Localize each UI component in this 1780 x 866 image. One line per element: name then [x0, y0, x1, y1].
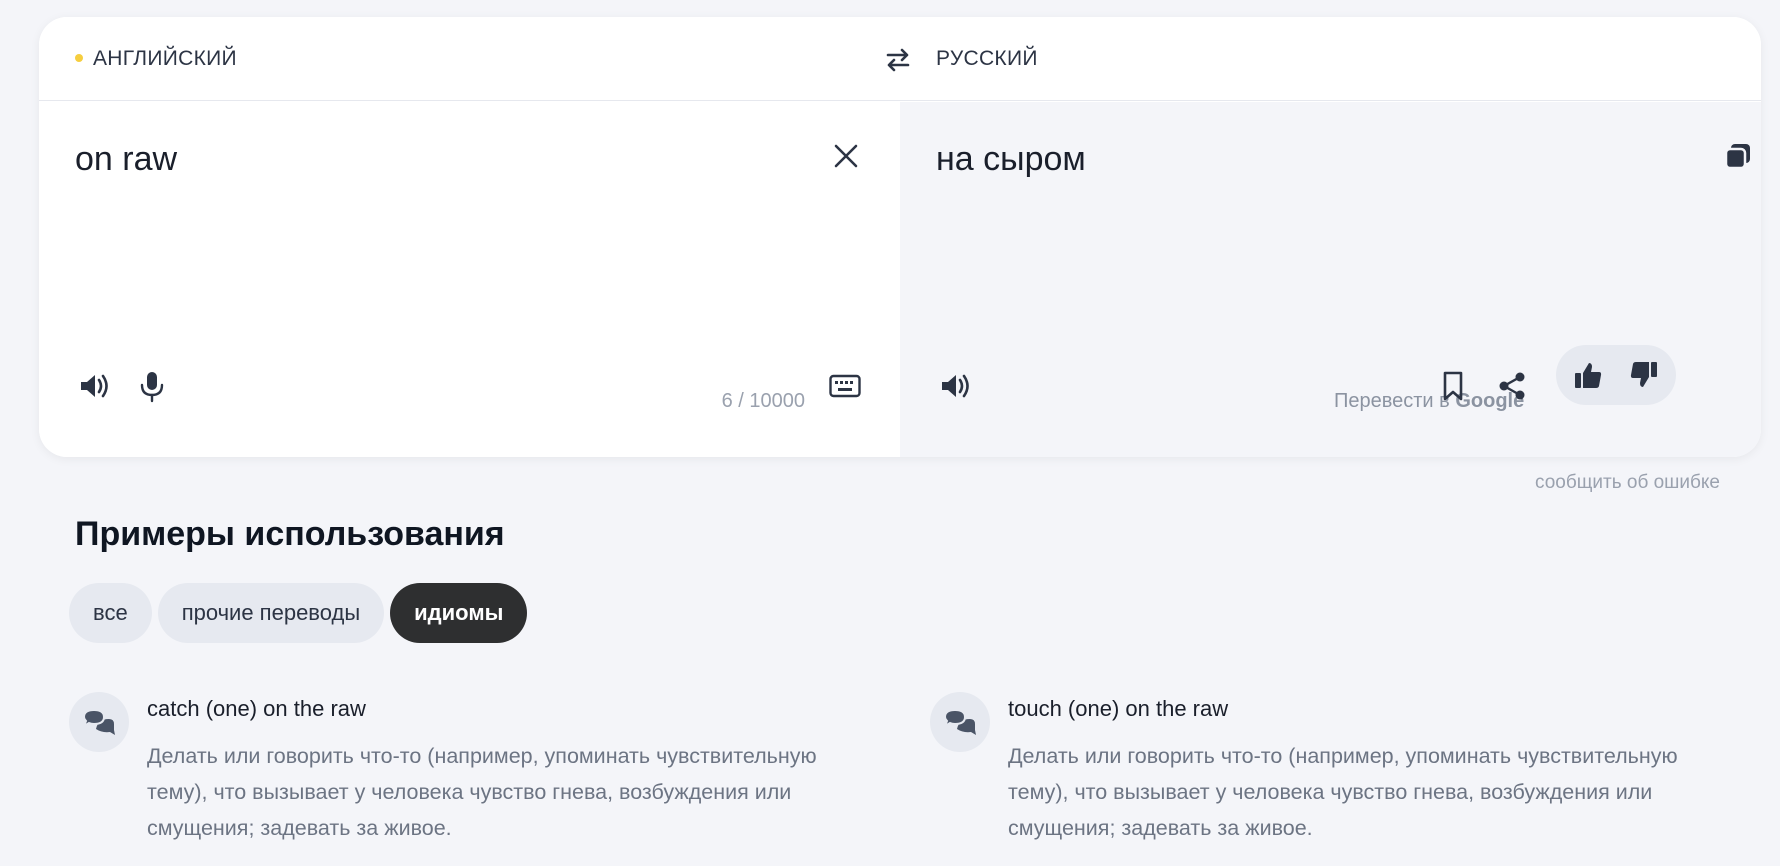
voice-input-button[interactable] [132, 366, 172, 406]
copy-button[interactable] [1718, 136, 1758, 176]
speaker-icon [942, 374, 969, 398]
chat-icon [943, 708, 976, 735]
share-icon [1499, 372, 1525, 400]
copy-icon [1724, 144, 1750, 170]
bookmark-icon [1443, 371, 1463, 401]
example-description: Делать или говорить что-то (например, уп… [1008, 744, 1678, 840]
virtual-keyboard-button[interactable] [825, 366, 865, 406]
thumbs-down-button[interactable] [1624, 355, 1664, 395]
source-pane: on raw 6 / 10000 [39, 102, 900, 457]
filter-chip-idioms[interactable]: идиомы [390, 583, 528, 643]
example-avatar [69, 692, 129, 752]
translation-listen-button[interactable] [935, 366, 975, 406]
chat-icon [82, 708, 115, 735]
thumbs-down-icon [1630, 362, 1657, 387]
clear-button[interactable] [826, 136, 866, 176]
source-language-label: АНГЛИЙСКИЙ [93, 47, 237, 70]
filter-chip-all[interactable]: все [69, 583, 152, 643]
example-avatar [930, 692, 990, 752]
thumbs-up-icon [1575, 363, 1602, 388]
example-phrase: catch (one) on the raw [147, 696, 366, 721]
microphone-icon [140, 372, 164, 403]
filter-chip-other-translations[interactable]: прочие переводы [157, 583, 385, 643]
character-counter: 6 / 10000 [721, 390, 805, 412]
speaker-icon [81, 374, 108, 398]
report-error-link[interactable]: сообщить об ошибке [1535, 472, 1720, 494]
swap-languages-button[interactable] [881, 43, 915, 77]
keyboard-icon [829, 374, 861, 398]
examples-heading: Примеры использования [75, 515, 505, 553]
detected-dot-icon [75, 54, 83, 62]
target-language-label: РУССКИЙ [936, 47, 1038, 70]
example-phrase: touch (one) on the raw [1008, 696, 1229, 721]
translation-text: на сыром [936, 140, 1086, 178]
examples-filter-chips: все прочие переводы идиомы [69, 583, 528, 643]
source-listen-button[interactable] [74, 366, 114, 406]
example-description: Делать или говорить что-то (например, уп… [147, 744, 817, 840]
translator-card: АНГЛИЙСКИЙ РУССКИЙ on raw 6 / 10000 на с… [39, 17, 1761, 457]
rating-group [1556, 345, 1676, 405]
source-language-selector[interactable]: АНГЛИЙСКИЙ [75, 47, 237, 71]
share-button[interactable] [1492, 366, 1532, 406]
target-language-selector[interactable]: РУССКИЙ [936, 47, 1038, 71]
translation-pane: на сыром Перевести в Google [900, 102, 1761, 457]
close-icon [834, 144, 858, 168]
thumbs-up-button[interactable] [1568, 355, 1608, 395]
swap-icon [886, 48, 910, 72]
bookmark-button[interactable] [1433, 366, 1473, 406]
language-bar: АНГЛИЙСКИЙ РУССКИЙ [39, 17, 1761, 101]
source-text-input[interactable]: on raw [75, 140, 177, 179]
